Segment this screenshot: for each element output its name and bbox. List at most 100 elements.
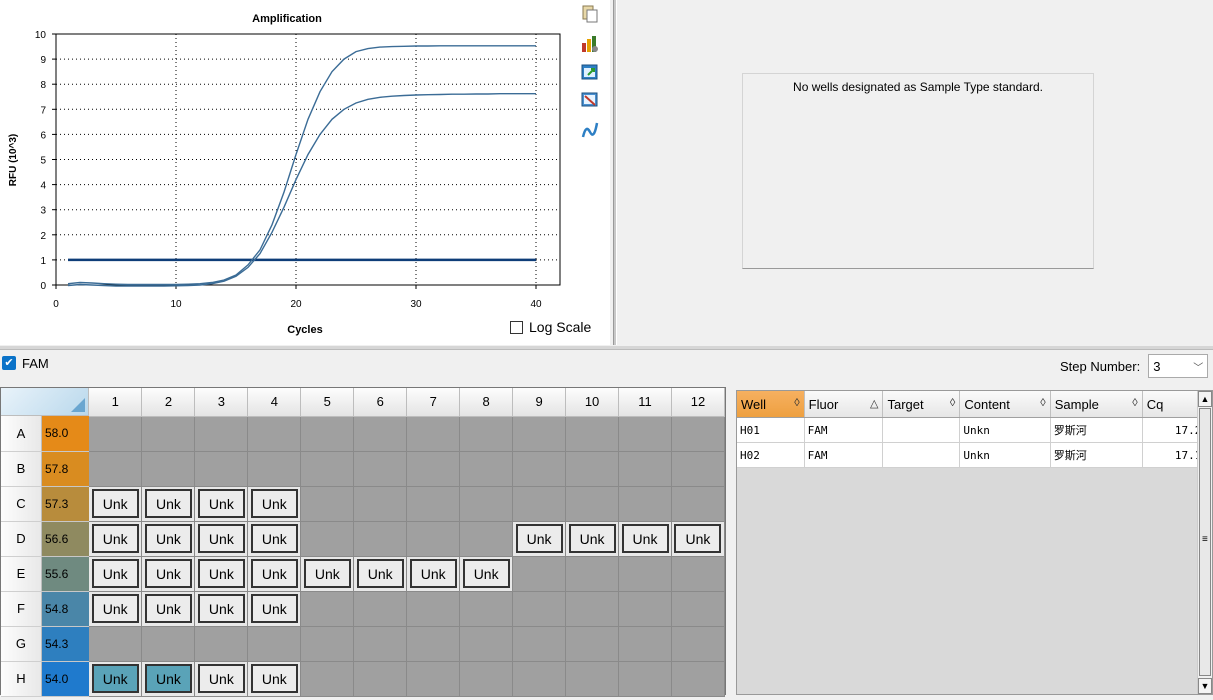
plate-well[interactable]: [565, 486, 620, 522]
plate-well[interactable]: [194, 626, 249, 662]
plate-well[interactable]: Unk: [247, 486, 302, 522]
plate-well[interactable]: [247, 451, 302, 487]
plate-well[interactable]: [671, 661, 726, 697]
plate-column-header[interactable]: 11: [618, 388, 672, 417]
plate-well[interactable]: [459, 591, 514, 627]
copy-icon[interactable]: [580, 4, 600, 24]
plate-well[interactable]: [565, 626, 620, 662]
plate-well[interactable]: [406, 626, 461, 662]
plate-well[interactable]: [300, 521, 355, 557]
plate-well[interactable]: Unk: [89, 486, 143, 522]
table-row[interactable]: H02 FAM Unkn 罗斯河 17.16: [737, 442, 1213, 468]
log-scale-checkbox[interactable]: [510, 320, 523, 334]
plate-column-header[interactable]: 9: [512, 388, 567, 417]
plate-well[interactable]: Unk: [141, 556, 196, 592]
plate-column-header[interactable]: 6: [353, 388, 408, 417]
chart-settings-icon[interactable]: [580, 34, 600, 54]
plate-well[interactable]: Unk: [300, 556, 355, 592]
plate-row-header[interactable]: G: [1, 626, 42, 662]
plate-well[interactable]: [300, 626, 355, 662]
results-header-sample[interactable]: Sample ◊: [1050, 391, 1143, 418]
plate-well[interactable]: [300, 486, 355, 522]
plate-well[interactable]: [406, 661, 461, 697]
plate-well[interactable]: [89, 451, 143, 487]
plate-well[interactable]: [671, 591, 726, 627]
plate-row-header[interactable]: C: [1, 486, 42, 522]
plate-well[interactable]: [247, 626, 302, 662]
plate-well[interactable]: [512, 486, 567, 522]
plate-well[interactable]: [141, 416, 196, 452]
vertical-splitter[interactable]: [613, 0, 617, 345]
plate-well[interactable]: [565, 416, 620, 452]
plate-column-header[interactable]: 10: [565, 388, 620, 417]
plate-well[interactable]: Unk: [459, 556, 514, 592]
scroll-down-icon[interactable]: ▼: [1198, 678, 1212, 694]
plate-well[interactable]: Unk: [194, 591, 249, 627]
results-scrollbar[interactable]: ▲ ≡ ▼: [1197, 391, 1212, 694]
plate-column-header[interactable]: 1: [89, 388, 143, 417]
plate-well[interactable]: [406, 451, 461, 487]
plate-well[interactable]: [406, 591, 461, 627]
plate-well[interactable]: Unk: [565, 521, 620, 557]
plate-well[interactable]: [459, 626, 514, 662]
plate-row-header[interactable]: B: [1, 451, 42, 487]
plate-well[interactable]: [618, 591, 672, 627]
plate-well[interactable]: [353, 486, 408, 522]
fluor-toggle[interactable]: ✔ FAM: [0, 352, 49, 374]
plate-well[interactable]: [671, 626, 726, 662]
plate-well[interactable]: Unk: [194, 486, 249, 522]
plate-well[interactable]: [406, 521, 461, 557]
plate-well[interactable]: [300, 416, 355, 452]
plate-well[interactable]: [141, 451, 196, 487]
plate-well[interactable]: Unk: [512, 521, 567, 557]
plate-well[interactable]: [300, 661, 355, 697]
plate-well[interactable]: [459, 661, 514, 697]
plate-well[interactable]: [618, 626, 672, 662]
plate-well[interactable]: [247, 416, 302, 452]
results-header-content[interactable]: Content ◊: [959, 391, 1051, 418]
plate-well[interactable]: Unk: [141, 591, 196, 627]
plate-well[interactable]: [618, 661, 672, 697]
plate-well[interactable]: Unk: [194, 521, 249, 557]
plate-well[interactable]: [565, 661, 620, 697]
plate-well[interactable]: [671, 451, 726, 487]
plate-well[interactable]: [459, 521, 514, 557]
log-scale-toggle[interactable]: Log Scale: [510, 319, 591, 335]
curve-fit-icon[interactable]: [580, 120, 600, 140]
plate-well[interactable]: [300, 451, 355, 487]
plate-well[interactable]: [459, 416, 514, 452]
plate-well[interactable]: [618, 556, 672, 592]
plate-row-header[interactable]: A: [1, 416, 42, 452]
plate-column-header[interactable]: 2: [141, 388, 196, 417]
scrollbar-thumb[interactable]: ≡: [1199, 408, 1211, 676]
plate-column-header[interactable]: 3: [194, 388, 249, 417]
plate-row-header[interactable]: H: [1, 661, 42, 697]
plate-well[interactable]: [671, 556, 726, 592]
plate-column-header[interactable]: 7: [406, 388, 461, 417]
plate-well[interactable]: [512, 416, 567, 452]
plate-well[interactable]: [353, 416, 408, 452]
plate-well[interactable]: [194, 451, 249, 487]
plate-column-header[interactable]: 5: [300, 388, 355, 417]
table-row[interactable]: H01 FAM Unkn 罗斯河 17.29: [737, 417, 1213, 443]
plate-row-header[interactable]: F: [1, 591, 42, 627]
plate-well[interactable]: [406, 416, 461, 452]
plate-column-header[interactable]: 12: [671, 388, 726, 417]
plate-well[interactable]: [459, 451, 514, 487]
plate-well[interactable]: [618, 416, 672, 452]
results-header-well[interactable]: Well ◊: [737, 391, 805, 418]
step-number-select[interactable]: 3 ﹀: [1148, 354, 1209, 378]
plate-well[interactable]: [459, 486, 514, 522]
plate-well[interactable]: Unk: [141, 486, 196, 522]
plate-well[interactable]: Unk: [247, 591, 302, 627]
plate-well[interactable]: Unk: [194, 556, 249, 592]
plate-well[interactable]: [512, 626, 567, 662]
plate-well[interactable]: Unk: [89, 556, 143, 592]
plate-well[interactable]: [141, 626, 196, 662]
results-header-target[interactable]: Target ◊: [882, 391, 961, 418]
plate-well[interactable]: [565, 591, 620, 627]
plate-well[interactable]: [618, 451, 672, 487]
plate-well[interactable]: Unk: [247, 556, 302, 592]
export-icon[interactable]: [580, 62, 600, 82]
plate-well[interactable]: Unk: [89, 521, 143, 557]
